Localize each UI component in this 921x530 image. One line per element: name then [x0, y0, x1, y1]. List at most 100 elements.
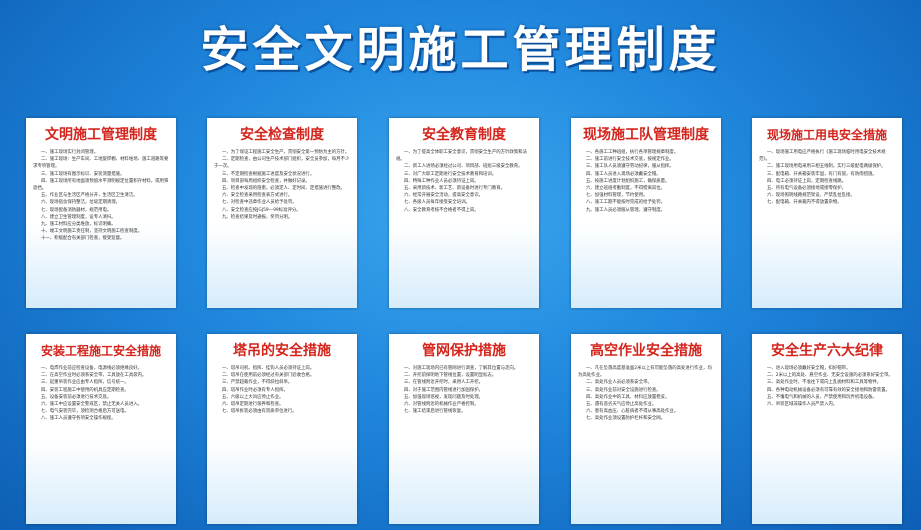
panel-electricity-safety: 现场施工用电安全措施 一、现场施工用电应严格执行《施工现场临时用电安全技术规范》…: [752, 118, 902, 308]
rule-line: 九、检查结果及时通报，奖罚分明。: [222, 214, 293, 220]
rule-line: 四、安装工程施工中使用的机具应定期检查。: [41, 387, 129, 393]
rule-line: 一、为了保证工程施工安全生产，贯彻安全第一预防为主的方针。: [222, 150, 350, 155]
panel-title: 塔吊的安全措施: [233, 343, 331, 359]
rule-line: 二、施工现场：生产车间、工地旋焊棚、材料堆场、施工道路等要求专项管理。: [33, 157, 169, 170]
rule-line: 四、项目部每周组织安全检查，并做好记录。: [222, 178, 310, 184]
rule-line: 六、施工中应设置安全警戒区，禁止无关人员进入。: [41, 402, 142, 408]
rule-line: 四、高处作业中的工具、材料应放置稳妥。: [586, 394, 670, 400]
rule-line: 二、开挖前探明地下管线位置，设置明显标志。: [404, 373, 497, 379]
panel-title: 现场施工用电安全措施: [766, 128, 887, 142]
rule-line: 三、在管线附近开挖时，采用人工开挖。: [404, 380, 484, 386]
rule-line: 四、塔吊作业时必须有专人指挥。: [222, 387, 288, 393]
panel-body: 一、现场施工用电应严格执行《施工现场临时用电安全技术规范》。 二、施工现场用电采用…: [759, 149, 895, 207]
panel-body: 一、对施工现场内已有管网进行调查，了解其位置与走向。 二、开挖前探明地下管线位置，…: [396, 365, 532, 415]
rule-line: 六、安全检查采用检查表方式进行。: [222, 193, 293, 199]
rule-line: 五、采用新技术、新工艺、新设备时进行专门教育。: [404, 186, 505, 192]
rule-line: 一、现场施工用电应严格执行《施工现场临时用电安全技术规范》。: [759, 150, 886, 163]
rule-line: 九、施工人员必须服从管理，遵守制度。: [586, 207, 666, 213]
panel-title: 安全生产六大纪律: [771, 343, 883, 359]
rule-line: 二、施工现场用电采用三相五线制，实行三级配电两级保护。: [767, 164, 886, 170]
rule-line: 五、所有电气设备必须接地或接零保护。: [767, 186, 847, 192]
rule-line: 六、对管线附近的机械作业严格控制。: [404, 402, 479, 408]
panel-safety-inspection: 安全检查制度 一、为了保证工程施工安全生产，贯彻安全第一预防为主的方针。二、定期…: [207, 118, 357, 308]
panel-civilized-construction: 文明施工管理制度 一、施工现场实行封闭管理。二、施工现场：生产车间、工地旋焊棚、…: [26, 118, 176, 308]
rule-line: 四、施工人员进入现场必须戴安全帽。: [586, 171, 661, 177]
rule-line: 二、定期检查，由公司生产技术部门组织，安全员参加，每月不少于一次。: [214, 157, 350, 170]
rule-line: 二、2米以上的高处、悬空作业、无安全设施的必须系好安全带。: [767, 373, 893, 379]
rule-line: 七、高处作业须设置防护栏杆和安全网。: [586, 416, 666, 422]
rule-line: 七、施工结束后进行管线恢复。: [404, 409, 466, 415]
rule-line: 七、塔吊拆装必须由有资质单位进行。: [222, 409, 297, 415]
rule-line: 五、加强现场巡视，发现问题及时处理。: [404, 394, 484, 400]
rule-line: 三、施工队人员须遵守劳动纪律，服从指挥。: [586, 164, 674, 170]
panel-tower-crane-safety: 塔吊的安全措施 一、塔吊司机、指挥、挂钩人员必须持证上岗。 二、塔吊在使用前必须经…: [207, 334, 357, 524]
rule-line: 五、检查中发现的隐患，必须定人、定时间、定措施进行整改。: [222, 186, 345, 192]
rule-line: 三、高处作业时，不准往下或向上乱抛材料和工具等物件。: [767, 380, 882, 386]
rule-line: 三、配电箱、开关箱安装牢固，有门有锁，有防雨措施。: [767, 171, 877, 177]
rule-line: 六、建立班组考勤制度，不得擅离岗位。: [586, 186, 666, 192]
rule-line: 二、高处作业人员必须系安全带。: [586, 380, 652, 386]
rule-line: 一、电焊作业前应检查设备，电源线必须绝缘良好。: [41, 366, 142, 371]
rule-line: 三、严禁超载作业，不得斜拉斜吊。: [222, 380, 293, 386]
rule-line: 一、为了提高全体职工安全意识，贯彻安全生产的方针政策和法规。: [396, 150, 527, 163]
panel-body: 一、进入现场必须戴好安全帽，扣好帽带。二、2米以上的高处、悬空作业、无安全设施的…: [759, 365, 895, 408]
rule-line: 七、配电箱、开关箱内不得放置杂物。: [767, 200, 842, 206]
rule-line: 二、新工人进场必须经过公司、项目部、班组三级安全教育。: [404, 164, 523, 170]
panel-title: 安全检查制度: [240, 127, 324, 143]
rule-line: 一、施工现场实行封闭管理。: [41, 150, 99, 155]
rule-line: 四、特殊工种作业人员必须持证上岗。: [404, 178, 479, 184]
panel-body: 一、为了保证工程施工安全生产，贯彻安全第一预防为主的方针。二、定期检查，由公司生…: [214, 149, 350, 221]
rule-line: 十、竣工文明施工责任制，坚持文明施工检查制度。: [41, 229, 142, 235]
panel-high-altitude-safety: 高空作业安全措施 一、凡在坠落高度基准面2米以上有可能坠落的高处进行作业，均为高…: [571, 334, 721, 524]
panel-body: 一、施工现场实行封闭管理。二、施工现场：生产车间、工地旋焊棚、材料堆场、施工道路…: [33, 149, 169, 243]
rule-line: 二、塔吊在使用前必须经过有关部门验收合格。: [222, 373, 315, 379]
rule-line: 一、塔吊司机、指挥、挂钩人员必须持证上岗。: [222, 366, 315, 371]
rule-line: 六、现场宿舍保持整洁，垃圾定期清理。: [41, 200, 121, 206]
rule-line: 四、施工现场所有地面须预留水平测明规定位置积存材料，或用筛遮挡。: [33, 178, 169, 192]
rule-line: 七、现场配备消防器材，规范用电。: [41, 207, 112, 213]
page-title: 安全文明施工管理制度: [200, 22, 721, 78]
rule-line: 三、高处作业前对安全设施进行检查。: [586, 387, 661, 393]
rule-line: 七、电气安装完毕，须检测合格后方可送电。: [41, 409, 129, 415]
rule-line: 四、对于施工范围内管线进行加固保护。: [404, 387, 484, 393]
rule-line: 六、塔吊定期进行保养和检查。: [222, 402, 284, 408]
rule-line: 四、各种电动机械设备必须有可靠有效的安全接地和防雷装置。: [767, 387, 890, 393]
rule-line: 八、安全教育考核不合格者不得上岗。: [404, 207, 479, 213]
rule-line: 一、进入现场必须戴好安全帽，扣好帽带。: [767, 366, 851, 371]
panel-team-management: 现场施工队管理制度 一、各施工工种班组，执行各项管理规章制度。 二、施工前进行安全…: [571, 118, 721, 308]
panel-body: 一、为了提高全体职工安全意识，贯彻安全生产的方针政策和法规。 二、新工人进场必须经…: [396, 149, 532, 214]
rule-line: 五、遇有恶劣天气应停止高处作业。: [586, 402, 657, 408]
rule-line: 六、吊装区域非操作人员严禁入内。: [767, 402, 838, 408]
rule-line: 三、起重吊装作业应由专人指挥，信号统一。: [41, 380, 129, 386]
rule-line: 三、施工现场有图示标识、安装测量措施。: [41, 171, 125, 177]
rule-line: 八、建立卫生管理制度，设专人清扫。: [41, 214, 116, 220]
rule-line: 九、施工材料应分类堆放，标识明确。: [41, 222, 116, 228]
panel-title: 安全教育制度: [422, 127, 506, 143]
rule-line: 一、凡在坠落高度基准面2米以上有可能坠落的高处进行作业，均为高处作业。: [578, 366, 712, 379]
rule-line: 一、对施工现场内已有管网进行调查，了解其位置与走向。: [404, 366, 519, 371]
rule-line: 五、按施工进度计划组织施工，确保质量。: [586, 178, 670, 184]
rule-line: 五、设备安装前必须进行技术交底。: [41, 394, 112, 400]
rule-line: 三、不定期检查根据施工进度及安全状况进行。: [222, 171, 315, 177]
panel-six-disciplines: 安全生产六大纪律 一、进入现场必须戴好安全帽，扣好帽带。二、2米以上的高处、悬空…: [752, 334, 902, 524]
panel-body: 一、凡在坠落高度基准面2米以上有可能坠落的高处进行作业，均为高处作业。 二、高处作…: [578, 365, 714, 423]
rule-line: 二、在高空作业时必须系安全带，工具放在工具袋内。: [41, 373, 147, 379]
rule-line: 五、六级以上大风应停止作业。: [222, 394, 284, 400]
rule-line: 六、经常开展安全活动，提高安全意识。: [404, 193, 484, 199]
rule-line: 四、电工必须持证上岗，定期检查线路。: [767, 178, 847, 184]
panel-title: 文明施工管理制度: [45, 127, 157, 143]
rule-line: 五、作业区与生活区严格分开，生活区卫生清洁。: [41, 193, 138, 199]
rule-line: 五、不懂电气和机械的人员，严禁使用和玩弄机电设备。: [767, 394, 877, 400]
rule-line: 二、施工前进行安全技术交底，按规定作业。: [586, 157, 674, 163]
rule-line: 七、对检查中违章作业人员给予处罚。: [222, 200, 297, 206]
panel-title: 高空作业安全措施: [590, 343, 702, 359]
panel-installation-safety: 安装工程施工安全措施 一、电焊作业前应检查设备，电源线必须绝缘良好。 二、在高空作…: [26, 334, 176, 524]
rule-line: 八、安全检查应按JGJ59—99标准评分。: [222, 207, 301, 213]
panel-pipe-protection: 管网保护措施 一、对施工现场内已有管网进行调查，了解其位置与走向。 二、开挖前探明…: [389, 334, 539, 524]
panel-title: 现场施工队管理制度: [583, 127, 709, 143]
rule-line: 七、各级人员每年接受安全培训。: [404, 200, 470, 206]
panel-safety-education: 安全教育制度 一、为了提高全体职工安全意识，贯彻安全生产的方针政策和法规。 二、新…: [389, 118, 539, 308]
panel-title: 管网保护措施: [422, 343, 506, 359]
rule-line: 六、患有高血压、心脏病者不得从事高处作业。: [586, 409, 679, 415]
panel-title: 安装工程施工安全措施: [40, 344, 161, 358]
